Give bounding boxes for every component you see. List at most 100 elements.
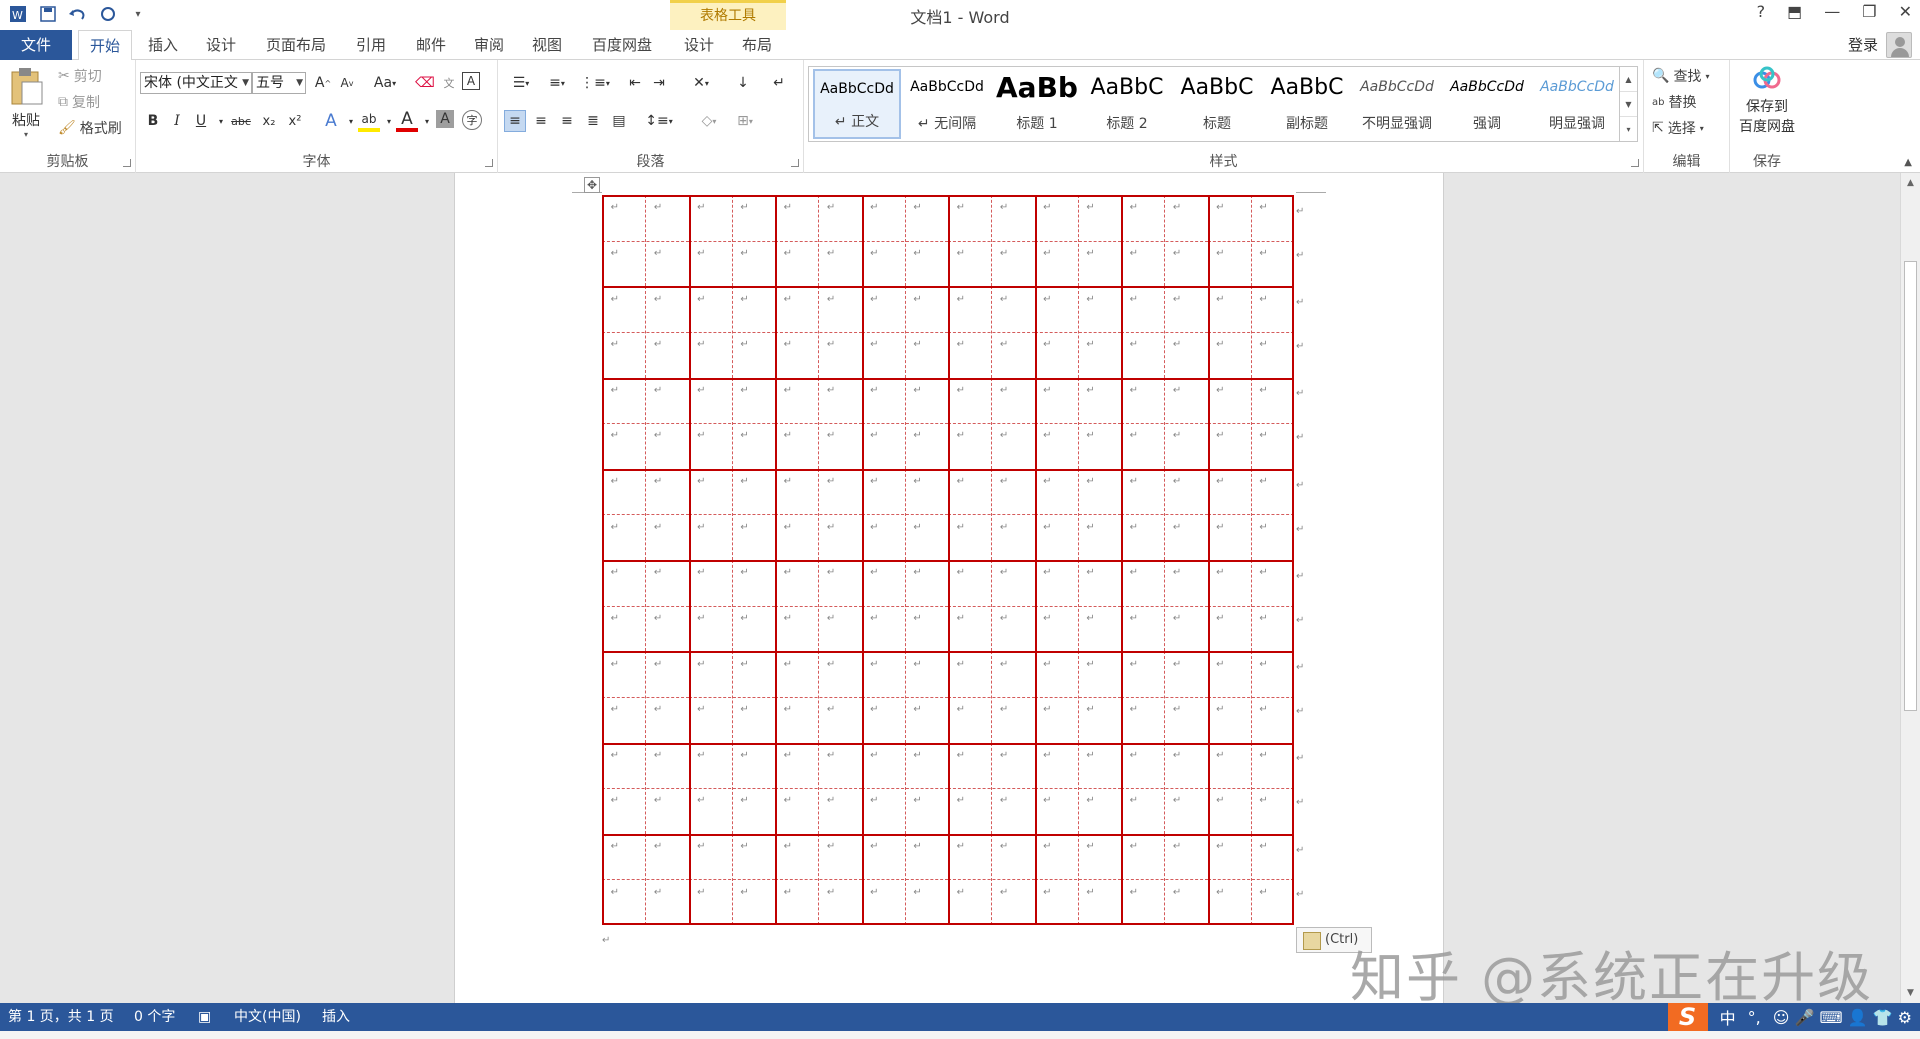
table-cell[interactable]: ↵ ↵ ↵ ↵ — [1034, 560, 1121, 652]
subscript-button[interactable]: x₂ — [258, 110, 280, 132]
table-cell[interactable]: ↵ ↵ ↵ ↵ — [948, 833, 1035, 925]
table-cell[interactable]: ↵ ↵ ↵ ↵ — [1121, 286, 1208, 378]
table-cell[interactable]: ↵ ↵ ↵ ↵ — [688, 377, 775, 469]
table-cell[interactable]: ↵ ↵ ↵ ↵ — [1207, 833, 1294, 925]
table-cell[interactable]: ↵ ↵ ↵ ↵ — [948, 742, 1035, 834]
tab-mailings[interactable]: 邮件 — [408, 30, 454, 60]
restore-button[interactable]: ❐ — [1862, 2, 1876, 21]
cut-button[interactable]: ✂ 剪切 — [58, 66, 102, 86]
table-move-handle[interactable]: ✥ — [584, 177, 600, 193]
table-cell[interactable]: ↵ ↵ ↵ ↵ — [861, 560, 948, 652]
tab-insert[interactable]: 插入 — [140, 30, 186, 60]
table-cell[interactable]: ↵ ↵ ↵ ↵ — [775, 560, 862, 652]
gallery-more-icon[interactable]: ▾ — [1620, 117, 1637, 142]
close-button[interactable]: ✕ — [1899, 2, 1912, 21]
gallery-up-icon[interactable]: ▲ — [1620, 67, 1637, 92]
table-cell[interactable]: ↵ ↵ ↵ ↵ — [861, 377, 948, 469]
table-cell[interactable]: ↵ ↵ ↵ ↵ — [1121, 833, 1208, 925]
tab-review[interactable]: 审阅 — [466, 30, 512, 60]
vertical-scrollbar[interactable]: ▲ ▼ — [1900, 173, 1920, 1003]
style-subtle-emphasis[interactable]: AaBbCcDd 不明显强调 — [1353, 69, 1441, 139]
table-cell[interactable]: ↵ ↵ ↵ ↵ — [1207, 377, 1294, 469]
table-cell[interactable]: ↵ ↵ ↵ ↵ — [1207, 195, 1294, 287]
align-center-button[interactable]: ≡ — [530, 110, 552, 132]
line-spacing-icon[interactable]: ↕≡ ▾ — [642, 110, 676, 132]
sort-icon[interactable]: ↓ — [732, 72, 754, 94]
table-cell[interactable]: ↵ ↵ ↵ ↵ — [1121, 651, 1208, 743]
table-cell[interactable]: ↵ ↵ ↵ ↵ — [1034, 286, 1121, 378]
select-button[interactable]: ⇱ 选择 ▾ — [1652, 118, 1704, 138]
undo-icon[interactable] — [68, 4, 88, 24]
scroll-up-icon[interactable]: ▲ — [1901, 173, 1920, 193]
table-cell[interactable]: ↵ ↵ ↵ ↵ — [688, 742, 775, 834]
font-color-button[interactable]: A — [396, 109, 418, 132]
tab-references[interactable]: 引用 — [348, 30, 394, 60]
insert-mode[interactable]: 插入 — [322, 1003, 350, 1031]
italic-button[interactable]: I — [166, 110, 188, 132]
styles-launcher-icon[interactable] — [1631, 159, 1639, 167]
word-count[interactable]: 0 个字 — [134, 1003, 175, 1031]
style-intense-emphasis[interactable]: AaBbCcDd 明显强调 — [1533, 69, 1621, 139]
word-app-icon[interactable]: W — [8, 4, 28, 24]
table-cell[interactable]: ↵ ↵ ↵ ↵ — [688, 286, 775, 378]
table-cell[interactable]: ↵ ↵ ↵ ↵ — [1121, 195, 1208, 287]
ribbon-display-button[interactable]: ⬒ — [1787, 2, 1802, 21]
style-normal[interactable]: AaBbCcDd ↵ 正文 — [813, 69, 901, 139]
tab-home[interactable]: 开始 — [78, 30, 132, 61]
table-cell[interactable]: ↵ ↵ ↵ ↵ — [948, 377, 1035, 469]
save-to-baidu-button[interactable]: 保存到 百度网盘 — [1736, 66, 1798, 136]
table-cell[interactable]: ↵ ↵ ↵ ↵ — [948, 195, 1035, 287]
multilevel-list-icon[interactable]: ⋮≡ ▾ — [578, 72, 612, 94]
table-cell[interactable]: ↵ ↵ ↵ ↵ — [602, 286, 689, 378]
gallery-down-icon[interactable]: ▼ — [1620, 92, 1637, 117]
table-cell[interactable]: ↵ ↵ ↵ ↵ — [1034, 742, 1121, 834]
table-cell[interactable]: ↵ ↵ ↵ ↵ — [1121, 560, 1208, 652]
char-border-icon[interactable]: A — [462, 72, 480, 90]
table-cell[interactable]: ↵ ↵ ↵ ↵ — [861, 195, 948, 287]
table-cell[interactable]: ↵ ↵ ↵ ↵ — [1207, 651, 1294, 743]
show-marks-icon[interactable]: ↵ — [768, 72, 790, 94]
table-cell[interactable]: ↵ ↵ ↵ ↵ — [775, 742, 862, 834]
tab-design[interactable]: 设计 — [198, 30, 244, 60]
superscript-button[interactable]: x² — [284, 110, 306, 132]
save-icon[interactable] — [38, 4, 58, 24]
table-cell[interactable]: ↵ ↵ ↵ ↵ — [1207, 742, 1294, 834]
tab-page-layout[interactable]: 页面布局 — [258, 30, 334, 60]
paste-button[interactable]: 粘贴 ▾ — [8, 66, 52, 146]
table-cell[interactable]: ↵ ↵ ↵ ↵ — [602, 468, 689, 560]
table-cell[interactable]: ↵ ↵ ↵ ↵ — [861, 651, 948, 743]
copy-button[interactable]: ⧉ 复制 — [58, 92, 100, 112]
tab-table-layout[interactable]: 布局 — [734, 30, 780, 60]
table-cell[interactable]: ↵ ↵ ↵ ↵ — [1121, 468, 1208, 560]
font-name-combo[interactable]: 宋体 (中文正文 ▼ — [140, 72, 252, 94]
page-count[interactable]: 第 1 页，共 1 页 — [8, 1003, 114, 1031]
table-cell[interactable]: ↵ ↵ ↵ ↵ — [688, 468, 775, 560]
redo-icon[interactable] — [98, 4, 118, 24]
help-button[interactable]: ? — [1757, 2, 1766, 21]
table-cell[interactable]: ↵ ↵ ↵ ↵ — [688, 195, 775, 287]
table-cell[interactable]: ↵ ↵ ↵ ↵ — [775, 195, 862, 287]
style-title[interactable]: AaBbC 标题 — [1173, 69, 1261, 139]
table-cell[interactable]: ↵ ↵ ↵ ↵ — [602, 651, 689, 743]
underline-button[interactable]: U — [190, 110, 212, 132]
ime-lang-toggle[interactable]: 中 — [1720, 1005, 1736, 1029]
strikethrough-button[interactable]: abc — [228, 110, 254, 132]
table-cell[interactable]: ↵ ↵ ↵ ↵ — [948, 651, 1035, 743]
align-left-button[interactable]: ≡ — [504, 110, 526, 132]
ime-punct-toggle[interactable]: °, — [1748, 1008, 1761, 1027]
language-indicator[interactable]: 中文(中国) — [234, 1003, 301, 1031]
table-cell[interactable]: ↵ ↵ ↵ ↵ — [1207, 560, 1294, 652]
table-cell[interactable]: ↵ ↵ ↵ ↵ — [1034, 651, 1121, 743]
sogou-logo-icon[interactable]: S — [1667, 1003, 1708, 1031]
increase-indent-icon[interactable]: ⇥ — [648, 72, 670, 94]
tab-table-design[interactable]: 设计 — [676, 30, 722, 60]
table-cell[interactable]: ↵ ↵ ↵ ↵ — [775, 377, 862, 469]
scroll-down-icon[interactable]: ▼ — [1901, 983, 1920, 1003]
style-emphasis[interactable]: AaBbCcDd 强调 — [1443, 69, 1531, 139]
style-subtitle[interactable]: AaBbC 副标题 — [1263, 69, 1351, 139]
tab-view[interactable]: 视图 — [524, 30, 570, 60]
highlight-button[interactable]: ab — [358, 110, 380, 132]
font-launcher-icon[interactable] — [485, 159, 493, 167]
table-cell[interactable]: ↵ ↵ ↵ ↵ — [861, 742, 948, 834]
table-cell[interactable]: ↵ ↵ ↵ ↵ — [602, 560, 689, 652]
